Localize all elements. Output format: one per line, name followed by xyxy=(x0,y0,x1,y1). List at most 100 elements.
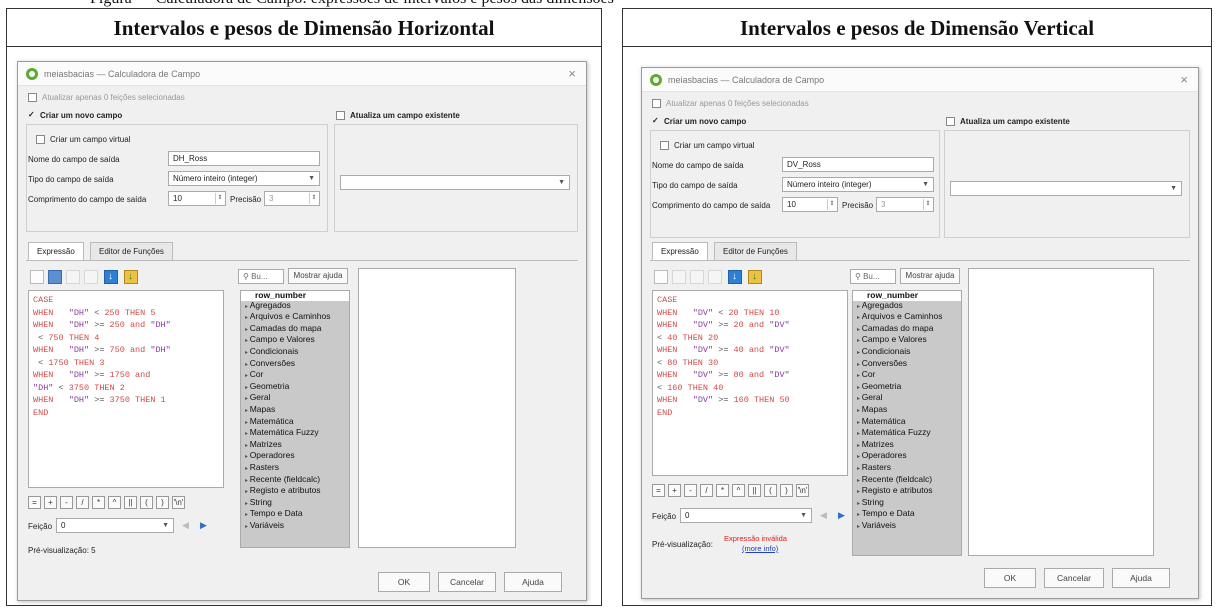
create-new-field-label[interactable]: Criar um novo campo xyxy=(664,117,746,126)
tab-function-editor[interactable]: Editor de Funções xyxy=(714,242,797,260)
tab-function-editor[interactable]: Editor de Funções xyxy=(90,242,173,260)
spin-arrows-icon[interactable]: ⇕ xyxy=(215,193,224,204)
operator-button[interactable]: || xyxy=(748,484,761,497)
previous-feature-icon[interactable]: ◀ xyxy=(816,508,831,523)
output-length-spinbox[interactable]: 10 ⇕ xyxy=(782,197,838,212)
output-name-input[interactable]: DV_Ross xyxy=(782,157,934,172)
spin-arrows-icon[interactable]: ⇕ xyxy=(827,199,836,210)
function-group-item[interactable]: Condicionais xyxy=(241,346,349,359)
save-icon[interactable] xyxy=(48,270,62,284)
precision-spinbox[interactable]: 3 ⇕ xyxy=(264,191,320,206)
function-group-item[interactable]: Matemática Fuzzy xyxy=(853,427,961,440)
create-new-field-label[interactable]: Criar um novo campo xyxy=(40,111,122,120)
existing-field-select[interactable]: ▼ xyxy=(950,181,1182,196)
operator-button[interactable]: = xyxy=(28,496,41,509)
function-group-item[interactable]: Registo e atributos xyxy=(241,485,349,498)
operator-button[interactable]: ( xyxy=(764,484,777,497)
operator-button[interactable]: / xyxy=(76,496,89,509)
show-help-button[interactable]: Mostrar ajuda xyxy=(288,268,348,284)
tab-expression[interactable]: Expressão xyxy=(28,242,84,261)
output-length-spinbox[interactable]: 10 ⇕ xyxy=(168,191,226,206)
function-group-item[interactable]: Cor xyxy=(853,370,961,382)
operator-button[interactable]: * xyxy=(716,484,729,497)
cancel-button[interactable]: Cancelar xyxy=(1044,568,1104,588)
operator-button[interactable]: + xyxy=(668,484,681,497)
function-list[interactable]: row_numberAgregadosArquivos e CaminhosCa… xyxy=(240,290,350,548)
operator-button[interactable]: - xyxy=(60,496,73,509)
import-icon[interactable] xyxy=(728,270,742,284)
operator-button[interactable]: ( xyxy=(140,496,153,509)
output-type-select[interactable]: Número inteiro (integer) ▼ xyxy=(782,177,934,192)
create-new-field-check-icon[interactable]: ✓ xyxy=(28,110,35,119)
feature-select[interactable]: 0 ▼ xyxy=(680,508,812,523)
function-search-input[interactable]: ⚲ Bu... xyxy=(850,269,896,284)
expression-editor[interactable]: CASE WHEN "DV" < 20 THEN 10 WHEN "DV" >= 2… xyxy=(652,290,848,476)
ok-button[interactable]: OK xyxy=(984,568,1036,588)
edit-icon[interactable] xyxy=(690,270,704,284)
function-group-item[interactable]: Rasters xyxy=(241,462,349,475)
operator-button[interactable]: + xyxy=(44,496,57,509)
update-existing-label[interactable]: Atualiza um campo existente xyxy=(960,117,1070,126)
create-new-field-check-icon[interactable]: ✓ xyxy=(652,116,659,125)
operator-button[interactable]: = xyxy=(652,484,665,497)
new-file-icon[interactable] xyxy=(654,270,668,284)
operator-button[interactable]: ) xyxy=(156,496,169,509)
existing-field-select[interactable]: ▼ xyxy=(340,175,570,190)
close-icon[interactable]: × xyxy=(1180,72,1188,87)
help-button[interactable]: Ajuda xyxy=(1112,568,1170,588)
import-icon[interactable] xyxy=(104,270,118,284)
operator-button[interactable]: - xyxy=(684,484,697,497)
more-info-link[interactable]: (more info) xyxy=(742,544,778,553)
operator-button[interactable]: '\n' xyxy=(172,496,185,509)
function-group-item[interactable]: Rasters xyxy=(853,462,961,475)
spin-arrows-icon[interactable]: ⇕ xyxy=(309,193,318,204)
function-search-input[interactable]: ⚲ Bu... xyxy=(238,269,284,284)
function-group-item[interactable]: Mapas xyxy=(853,404,961,417)
previous-feature-icon[interactable]: ◀ xyxy=(178,518,193,533)
function-group-item[interactable]: Variáveis xyxy=(853,520,961,533)
save-icon[interactable] xyxy=(672,270,686,284)
function-list[interactable]: row_numberAgregadosArquivos e CaminhosCa… xyxy=(852,290,962,556)
ok-button[interactable]: OK xyxy=(378,572,430,592)
precision-spinbox[interactable]: 3 ⇕ xyxy=(876,197,934,212)
show-help-button[interactable]: Mostrar ajuda xyxy=(900,268,960,284)
delete-icon[interactable] xyxy=(708,270,722,284)
feature-select[interactable]: 0 ▼ xyxy=(56,518,174,533)
virtual-field-checkbox[interactable] xyxy=(36,135,45,144)
next-feature-icon[interactable]: ▶ xyxy=(196,518,211,533)
spin-arrows-icon[interactable]: ⇕ xyxy=(923,199,932,210)
cancel-button[interactable]: Cancelar xyxy=(438,572,496,592)
edit-icon[interactable] xyxy=(66,270,80,284)
update-existing-checkbox[interactable] xyxy=(946,117,955,126)
function-group-item[interactable]: Matemática Fuzzy xyxy=(241,427,349,440)
function-group-item[interactable]: Registo e atributos xyxy=(853,485,961,498)
operator-button[interactable]: ^ xyxy=(732,484,745,497)
code-line: < 160 THEN 40 xyxy=(657,382,843,395)
operator-button[interactable]: / xyxy=(700,484,713,497)
export-icon[interactable] xyxy=(748,270,762,284)
export-icon[interactable] xyxy=(124,270,138,284)
update-existing-label[interactable]: Atualiza um campo existente xyxy=(350,111,460,120)
function-group-item[interactable]: Mapas xyxy=(241,404,349,417)
operator-button[interactable]: * xyxy=(92,496,105,509)
help-button[interactable]: Ajuda xyxy=(504,572,562,592)
function-group-item[interactable]: Cor xyxy=(241,370,349,382)
function-group-item[interactable]: Condicionais xyxy=(853,346,961,359)
next-feature-icon[interactable]: ▶ xyxy=(834,508,849,523)
output-type-select[interactable]: Número inteiro (integer) ▼ xyxy=(168,171,320,186)
delete-icon[interactable] xyxy=(84,270,98,284)
operator-button[interactable]: '\n' xyxy=(796,484,809,497)
update-selected-checkbox[interactable] xyxy=(28,93,37,102)
operator-button[interactable]: ) xyxy=(780,484,793,497)
virtual-field-checkbox[interactable] xyxy=(660,141,669,150)
update-selected-checkbox[interactable] xyxy=(652,99,661,108)
new-file-icon[interactable] xyxy=(30,270,44,284)
update-existing-checkbox[interactable] xyxy=(336,111,345,120)
operator-button[interactable]: || xyxy=(124,496,137,509)
function-group-item[interactable]: Variáveis xyxy=(241,520,349,533)
tab-expression[interactable]: Expressão xyxy=(652,242,708,261)
expression-editor[interactable]: CASE WHEN "DH" < 250 THEN 5 WHEN "DH" >= 2… xyxy=(28,290,224,488)
operator-button[interactable]: ^ xyxy=(108,496,121,509)
close-icon[interactable]: × xyxy=(568,66,576,81)
output-name-input[interactable]: DH_Ross xyxy=(168,151,320,166)
